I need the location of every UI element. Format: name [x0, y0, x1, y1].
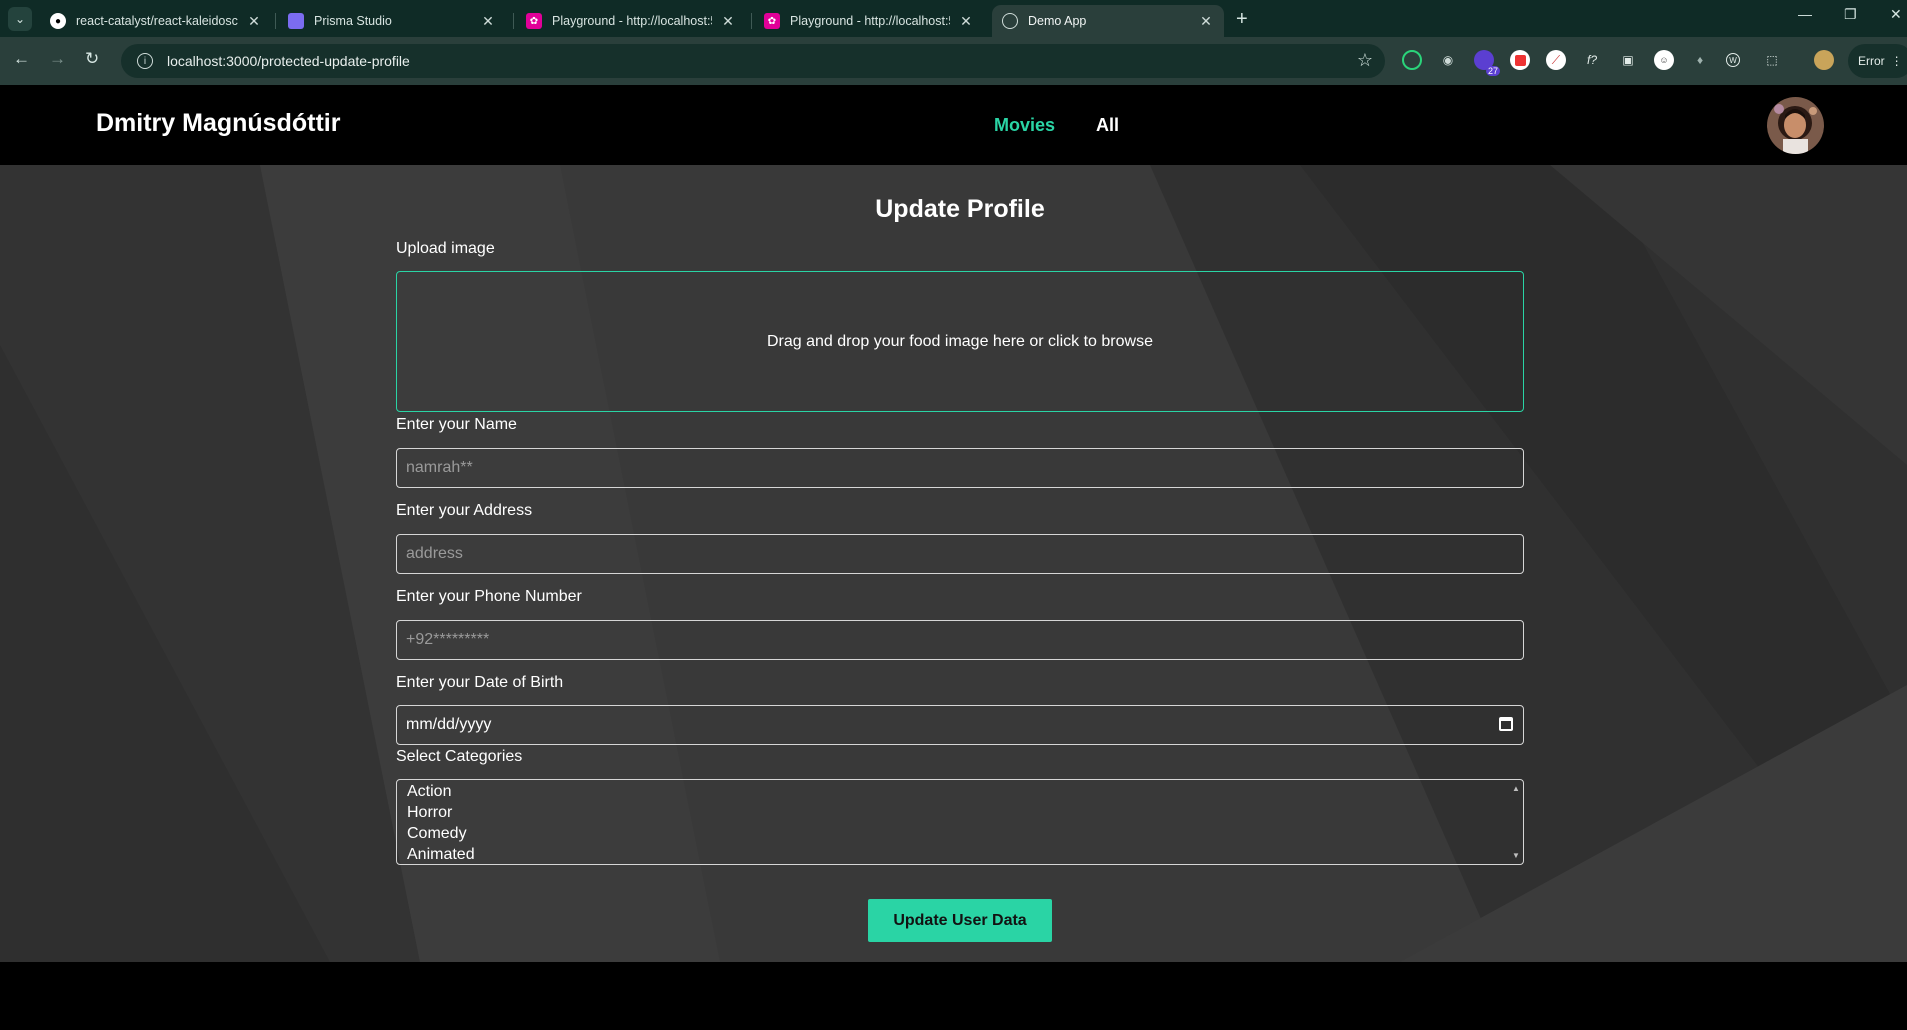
minimize-icon[interactable]: —: [1798, 6, 1812, 22]
browser-tab-bar: ⌄ ● react-catalyst/react-kaleidoscop ✕ P…: [0, 0, 1907, 37]
category-option[interactable]: Animated: [397, 845, 1523, 864]
graphql-icon: ✿: [764, 13, 780, 29]
dob-label: Enter your Date of Birth: [396, 674, 564, 691]
name-label: Enter your Name: [396, 416, 517, 433]
address-label: Enter your Address: [396, 502, 533, 519]
back-arrow-icon[interactable]: ←: [13, 49, 30, 69]
calendar-icon[interactable]: [1499, 717, 1513, 731]
close-icon[interactable]: ✕: [246, 13, 262, 30]
address-bar[interactable]: i localhost:3000/protected-update-profil…: [121, 44, 1385, 78]
dropzone-text: Drag and drop your food image here or cl…: [767, 332, 1153, 350]
page-title: Update Profile: [875, 195, 1045, 223]
dropper-icon[interactable]: ♦: [1690, 50, 1710, 70]
notes-icon[interactable]: ▣: [1618, 50, 1638, 70]
nav-link-all[interactable]: All: [1096, 115, 1119, 136]
update-user-button[interactable]: Update User Data: [868, 899, 1052, 942]
close-icon[interactable]: ✕: [958, 13, 974, 30]
function-icon[interactable]: f?: [1582, 50, 1602, 70]
github-icon: ●: [50, 13, 66, 29]
forward-arrow-icon[interactable]: →: [49, 49, 66, 69]
extension-badge-count: 27: [1485, 66, 1500, 76]
profile-main: Update Profile Upload image Drag and dro…: [0, 165, 1907, 962]
close-icon[interactable]: ✕: [1198, 13, 1214, 30]
tab-separator: [275, 13, 276, 29]
face-extension-icon[interactable]: ☺: [1654, 50, 1674, 70]
globe-icon: [1002, 13, 1018, 29]
browser-tab-1[interactable]: ● react-catalyst/react-kaleidoscop ✕: [40, 5, 272, 37]
address-input[interactable]: [396, 534, 1524, 574]
graphql-icon: ✿: [526, 13, 542, 29]
profile-avatar-icon[interactable]: [1814, 50, 1834, 70]
url-text: localhost:3000/protected-update-profile: [167, 53, 410, 69]
tab-separator: [513, 13, 514, 29]
upload-label: Upload image: [396, 240, 495, 257]
w-extension-icon[interactable]: W: [1726, 53, 1740, 67]
category-option[interactable]: Action: [397, 782, 1523, 803]
reload-icon[interactable]: ↻: [85, 49, 99, 69]
dob-input[interactable]: mm/dd/yyyy: [396, 705, 1524, 745]
tab-separator: [751, 13, 752, 29]
categories-label: Select Categories: [396, 748, 523, 765]
phone-input[interactable]: [396, 620, 1524, 660]
categories-scrollbar[interactable]: ▲ ▼: [1508, 780, 1523, 864]
browser-tab-4[interactable]: ✿ Playground - http://localhost:5( ✕: [754, 5, 984, 37]
brand-name[interactable]: Dmitry Magnúsdóttir: [96, 109, 340, 138]
prisma-icon: [288, 13, 304, 29]
browser-tab-3[interactable]: ✿ Playground - http://localhost:5( ✕: [516, 5, 746, 37]
tab-search-button[interactable]: ⌄: [8, 7, 32, 31]
user-avatar[interactable]: [1767, 97, 1824, 154]
error-label: Error: [1858, 54, 1885, 68]
extension-badge-icon[interactable]: 27: [1474, 50, 1500, 76]
browser-tab-active[interactable]: Demo App ✕: [992, 5, 1224, 37]
close-icon[interactable]: ✕: [720, 13, 736, 30]
avatar-image: [1767, 97, 1824, 154]
scroll-up-icon[interactable]: ▲: [1512, 784, 1520, 793]
restore-icon[interactable]: ❐: [1844, 6, 1857, 23]
new-tab-button[interactable]: +: [1236, 8, 1248, 31]
camera-icon[interactable]: ◉: [1438, 50, 1458, 70]
close-icon[interactable]: ✕: [480, 13, 496, 30]
dob-value: mm/dd/yyyy: [406, 716, 492, 733]
page-footer: [0, 962, 1907, 1030]
category-option[interactable]: Horror: [397, 803, 1523, 824]
name-input[interactable]: [396, 448, 1524, 488]
image-dropzone[interactable]: Drag and drop your food image here or cl…: [396, 271, 1524, 412]
category-option[interactable]: Comedy: [397, 824, 1523, 845]
chevron-down-icon: ⌄: [14, 12, 26, 26]
close-window-icon[interactable]: ✕: [1890, 6, 1902, 23]
browser-tab-2[interactable]: Prisma Studio ✕: [278, 5, 506, 37]
nav-link-movies[interactable]: Movies: [994, 115, 1055, 136]
extension-ring-icon[interactable]: [1402, 50, 1422, 70]
phone-label: Enter your Phone Number: [396, 588, 582, 605]
bookmark-star-icon[interactable]: ☆: [1357, 50, 1373, 71]
scroll-down-icon[interactable]: ▼: [1512, 851, 1520, 860]
kebab-menu-icon[interactable]: ⋮: [1891, 54, 1903, 68]
puzzle-icon[interactable]: ⬚: [1762, 50, 1782, 70]
browser-toolbar: ← → ↻ i localhost:3000/protected-update-…: [0, 37, 1907, 85]
red-square-extension-icon[interactable]: [1510, 50, 1530, 70]
categories-select[interactable]: Action Horror Comedy Animated ▲ ▼: [396, 779, 1524, 865]
app-header: Dmitry Magnúsdóttir Movies All: [0, 85, 1907, 165]
slash-extension-icon[interactable]: ⟋: [1546, 50, 1566, 70]
site-info-icon[interactable]: i: [137, 53, 153, 69]
error-button[interactable]: Error ⋮: [1848, 44, 1907, 78]
